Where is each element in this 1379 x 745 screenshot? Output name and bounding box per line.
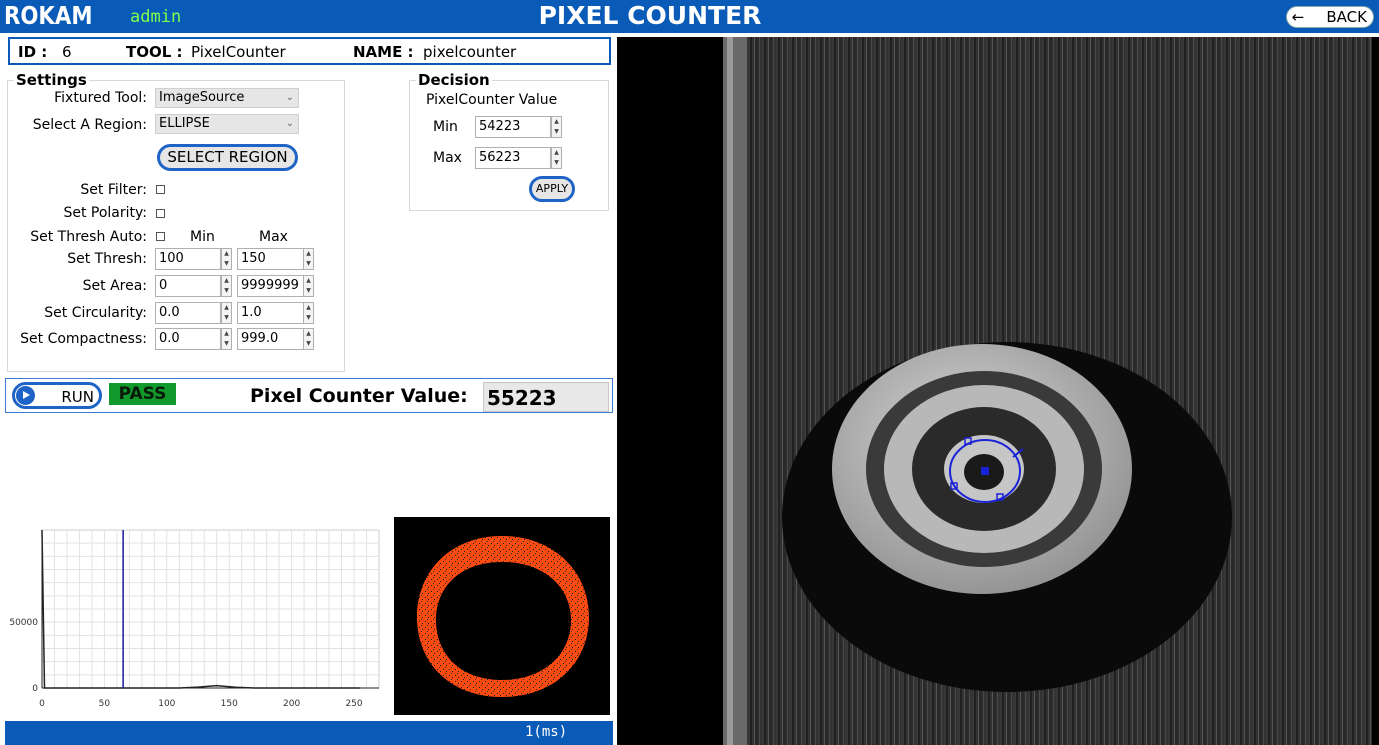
area-label: Set Area: <box>82 278 147 294</box>
decision-min-input[interactable]: 54223 <box>475 116 551 138</box>
cycle-time: 1(ms) <box>525 724 568 740</box>
y-tick-label: 50000 <box>9 618 38 628</box>
x-tick-label: 250 <box>345 699 362 709</box>
area-min-input[interactable]: 0 <box>155 275 221 297</box>
compactness-min-spinner[interactable]: ▲ ▼ <box>221 328 232 350</box>
pixel-counter-value: 55223 <box>483 382 609 412</box>
header-bar: ROKAM admin PIXEL COUNTER ← BACK <box>0 0 1379 33</box>
area-min-spinner[interactable]: ▲ ▼ <box>221 275 232 297</box>
decision-title: Decision <box>416 71 492 89</box>
circularity-min-spinner[interactable]: ▲ ▼ <box>221 302 232 324</box>
circularity-min-input[interactable]: 0.0 <box>155 302 221 324</box>
region-value: ELLIPSE <box>159 116 210 131</box>
x-tick-label: 0 <box>39 699 45 709</box>
fixtured-tool-label: Fixtured Tool: <box>54 90 147 106</box>
tool-value: PixelCounter <box>191 43 286 61</box>
area-max-spinner[interactable]: ▲ ▼ <box>303 275 314 297</box>
run-bar: RUN PASS Pixel Counter Value: 55223 <box>5 378 613 413</box>
page-title: PIXEL COUNTER <box>538 1 762 30</box>
set-polarity-label: Set Polarity: <box>63 205 147 221</box>
thresh-min-input[interactable]: 100 <box>155 248 221 270</box>
set-thresh-auto-label: Set Thresh Auto: <box>30 229 147 245</box>
decision-min-spinner[interactable]: ▲ ▼ <box>551 116 562 138</box>
decision-subtitle: PixelCounter Value <box>426 92 558 108</box>
run-button[interactable]: RUN <box>12 382 102 409</box>
thresh-max-spinner[interactable]: ▲ ▼ <box>303 248 314 270</box>
chevron-down-icon: ⌄ <box>285 92 294 103</box>
pass-status-badge: PASS <box>109 383 176 405</box>
play-icon <box>16 386 35 405</box>
back-button-label: BACK <box>1326 8 1367 26</box>
mask-ring <box>417 536 589 697</box>
x-tick-label: 100 <box>158 699 175 709</box>
circularity-max-spinner[interactable]: ▲ ▼ <box>303 302 314 324</box>
decision-min-label: Min <box>433 119 458 135</box>
tool-key: TOOL : <box>126 43 183 61</box>
decision-max-input[interactable]: 56223 <box>475 147 551 169</box>
compactness-min-input[interactable]: 0.0 <box>155 328 221 350</box>
max-column-header: Max <box>259 229 288 245</box>
back-arrow-icon: ← <box>1291 8 1305 26</box>
chevron-down-icon: ⌄ <box>285 118 294 129</box>
id-value: 6 <box>62 43 72 61</box>
back-button[interactable]: ← BACK <box>1286 6 1374 28</box>
x-tick-label: 200 <box>283 699 300 709</box>
tool-info-bar: ID : 6 TOOL : PixelCounter NAME : pixelc… <box>8 37 611 65</box>
region-mask-view <box>394 517 610 715</box>
fixtured-tool-select[interactable]: ImageSource ⌄ <box>155 88 299 108</box>
circularity-label: Set Circularity: <box>44 305 147 321</box>
region-select[interactable]: ELLIPSE ⌄ <box>155 114 299 134</box>
x-tick-label: 50 <box>99 699 111 709</box>
decision-max-label: Max <box>433 150 462 166</box>
region-label: Select A Region: <box>32 117 147 133</box>
set-thresh-auto-checkbox[interactable] <box>156 232 165 241</box>
y-tick-label: 0 <box>32 684 38 694</box>
compactness-max-spinner[interactable]: ▲ ▼ <box>303 328 314 350</box>
compactness-max-input[interactable]: 999.0 <box>237 328 304 350</box>
set-polarity-checkbox[interactable] <box>156 209 165 218</box>
id-key: ID : <box>18 43 48 61</box>
rail-strip <box>723 37 747 745</box>
thresh-label: Set Thresh: <box>67 251 147 267</box>
decision-max-spinner[interactable]: ▲ ▼ <box>551 147 562 169</box>
fixtured-tool-value: ImageSource <box>159 90 245 105</box>
name-value: pixelcounter <box>423 43 517 61</box>
circularity-max-input[interactable]: 1.0 <box>237 302 304 324</box>
apply-button[interactable]: APPLY <box>529 176 575 202</box>
select-region-button[interactable]: SELECT REGION <box>157 144 298 171</box>
thresh-min-spinner[interactable]: ▲ ▼ <box>221 248 232 270</box>
roi-center-handle[interactable] <box>981 467 989 475</box>
set-filter-checkbox[interactable] <box>156 185 165 194</box>
area-max-input[interactable]: 9999999 <box>237 275 304 297</box>
run-button-label: RUN <box>61 388 94 406</box>
compactness-label: Set Compactness: <box>20 331 147 347</box>
histogram-chart: 0 50 100 150 200 250 0 50000 <box>9 529 380 709</box>
min-column-header: Min <box>190 229 215 245</box>
thresh-max-input[interactable]: 150 <box>237 248 304 270</box>
x-tick-label: 150 <box>221 699 238 709</box>
pixel-counter-value-label: Pixel Counter Value: <box>250 385 468 407</box>
camera-image-view[interactable] <box>617 37 1379 745</box>
name-key: NAME : <box>353 43 414 61</box>
settings-title: Settings <box>14 71 89 89</box>
set-filter-label: Set Filter: <box>80 182 147 198</box>
rail-highlight <box>727 37 733 745</box>
status-bar: 1(ms) <box>5 721 613 745</box>
